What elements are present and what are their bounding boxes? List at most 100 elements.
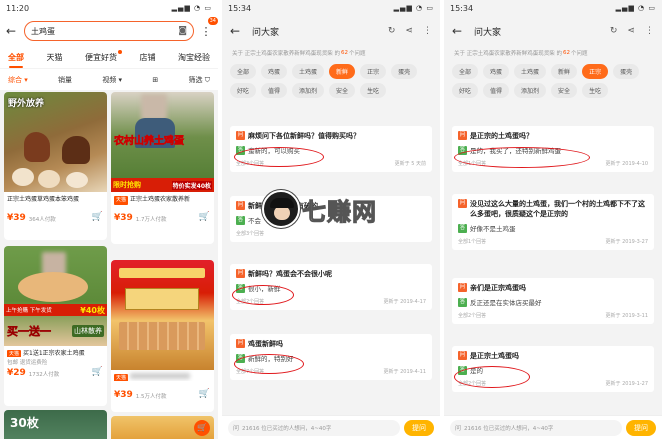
chip-additive[interactable]: 添加剂 xyxy=(514,83,547,98)
product-card[interactable]: 上午抢購 下午发货 ¥40枚 买一送一 山林散养 天猫 买1送1正宗农家土鸡蛋 包… xyxy=(4,246,107,406)
chip-worth[interactable]: 值得 xyxy=(483,83,510,98)
page-title: 问大家 xyxy=(252,27,280,38)
ask-input[interactable]: 问 21616 位已买过的人想问，4~40字 xyxy=(450,419,622,436)
question-text: 是正宗的土鸡蛋吗？ xyxy=(470,132,533,140)
ask-button[interactable]: 提问 xyxy=(404,419,434,436)
product-grid: 野外放养 正宗土鸡蛋草鸡蛋本笨鸡蛋 ¥39 364人付款 🛒 农村山养土鸡蛋 限… xyxy=(4,92,214,439)
product-card[interactable]: 农村山养土鸡蛋 限时抢购 特价实发40枚 天猫 正宗土鸡蛋农家散养新 ¥39 1.… xyxy=(111,92,214,244)
cart-float-icon[interactable]: 🛒 xyxy=(194,420,210,436)
update-date: 更新于 2019-3-11 xyxy=(605,313,648,319)
tab-all[interactable]: 全部 xyxy=(8,52,24,68)
question-mark-icon: 问 xyxy=(233,425,240,432)
question-count: 62 xyxy=(563,50,570,56)
signal-wifi-battery-icon: ▂▄▆ ◔ ▭ xyxy=(171,4,212,12)
chip-local-egg[interactable]: 土鸡蛋 xyxy=(514,64,547,79)
video-filter[interactable]: 视频 ▾ xyxy=(102,75,122,85)
caret-down-icon: ▾ xyxy=(24,75,28,84)
question-card[interactable]: 问亲们是正宗鸡蛋吗 答反正还是在实体店买最好 全部2个回答 更新于 2019-3-… xyxy=(452,278,654,324)
blurred-banner xyxy=(119,268,205,278)
back-arrow-icon[interactable]: ← xyxy=(230,24,242,38)
chip-raw[interactable]: 生吃 xyxy=(582,83,609,98)
chip-safe[interactable]: 安全 xyxy=(329,83,356,98)
question-text: 没见过这么大量的土鸡蛋，我们一个村的土鸡都下不了这么多蛋吧，很质疑这个是正宗的 xyxy=(470,200,645,218)
more-menu-button[interactable]: ⋮ 34 xyxy=(200,16,218,38)
product-card[interactable]: 🛒 xyxy=(111,416,214,439)
tab-shops[interactable]: 店铺 xyxy=(140,52,156,63)
tab-tmall[interactable]: 天猫 xyxy=(47,52,63,63)
price-value: 39 xyxy=(120,213,133,223)
cart-icon[interactable]: 🛒 xyxy=(92,212,103,222)
chip-local-egg[interactable]: 土鸡蛋 xyxy=(292,64,325,79)
refresh-icon[interactable]: ↻ xyxy=(610,26,618,36)
product-title: 天猫 xyxy=(111,370,214,381)
camera-icon[interactable]: ◙ xyxy=(178,26,187,36)
ask-input[interactable]: 问 21616 位已买过的人想问，4~40字 xyxy=(228,419,400,436)
sort-label: 综合 xyxy=(8,75,22,84)
answer-count: 全部2个回答 xyxy=(458,313,487,319)
question-card[interactable]: 问新鲜吗？会不会有破的 答不会 全部3个回答 xyxy=(230,196,432,242)
chip-fresh[interactable]: 新鲜 xyxy=(551,64,578,79)
image-caption: 野外放养 xyxy=(8,99,45,109)
question-text: 亲们是正宗鸡蛋吗 xyxy=(470,284,526,292)
status-bar: 11:20 ▂▄▆ ◔ ▭ xyxy=(0,0,218,16)
sales-sort[interactable]: 销量 xyxy=(58,75,72,85)
subheader-suffix: 个问题 xyxy=(349,51,366,57)
chip-additive[interactable]: 添加剂 xyxy=(292,83,325,98)
question-card[interactable]: 问没见过这么大量的土鸡蛋，我们一个村的土鸡都下不了这么多蛋吧，很质疑这个是正宗的… xyxy=(452,194,654,250)
promo-text: 上午抢購 下午发货 xyxy=(6,308,52,314)
cart-icon[interactable]: 🛒 xyxy=(199,212,210,222)
chip-all[interactable]: 全部 xyxy=(452,64,479,79)
back-arrow-icon[interactable]: ← xyxy=(452,24,464,38)
sort-dropdown[interactable]: 综合 ▾ xyxy=(8,75,28,85)
product-card[interactable]: 野外放养 正宗土鸡蛋草鸡蛋本笨鸡蛋 ¥39 364人付款 🛒 xyxy=(4,92,107,240)
ask-button[interactable]: 提问 xyxy=(626,419,656,436)
chip-egg[interactable]: 鸡蛋 xyxy=(261,64,288,79)
question-count: 62 xyxy=(341,50,348,56)
filter-button[interactable]: 筛选 ⛉ xyxy=(189,75,210,85)
grid-view-icon[interactable]: ⊞ xyxy=(152,76,158,84)
share-icon[interactable]: ⋖ xyxy=(405,26,413,36)
question-meta: 全部3个回答 xyxy=(236,230,426,237)
question-icon: 问 xyxy=(458,199,467,208)
product-image: 野外放养 xyxy=(4,92,107,192)
promo-bogo: 买一送一 xyxy=(7,325,52,339)
chip-tasty[interactable]: 好吃 xyxy=(230,83,257,98)
more-dots-icon[interactable]: ⋮ xyxy=(423,26,432,36)
egg-basket xyxy=(18,272,88,302)
chip-authentic[interactable]: 正宗 xyxy=(582,64,609,79)
chip-authentic[interactable]: 正宗 xyxy=(360,64,387,79)
filter-label: 筛选 xyxy=(188,75,203,84)
chip-tasty[interactable]: 好吃 xyxy=(452,83,479,98)
search-input[interactable]: 土鸡蛋 ◙ xyxy=(24,21,194,41)
highlight-oval xyxy=(454,366,530,388)
back-arrow-icon[interactable]: ← xyxy=(6,24,18,38)
tab-cheap-goods-label: 便宜好货 xyxy=(85,52,117,62)
chip-fresh[interactable]: 新鲜 xyxy=(329,64,356,79)
qa-header: ← 问大家 ↻ ⋖ ⋮ xyxy=(222,16,440,46)
chip-worth[interactable]: 值得 xyxy=(261,83,288,98)
question-line: 问鸡蛋新鲜吗 xyxy=(236,339,426,349)
product-card[interactable]: 天猫 ¥39 1.5万人付款 🛒 xyxy=(111,260,214,412)
chip-egg[interactable]: 鸡蛋 xyxy=(483,64,510,79)
chip-shell[interactable]: 蛋壳 xyxy=(391,64,418,79)
question-icon: 问 xyxy=(236,269,245,278)
category-tabs: 全部 天猫 便宜好货 店铺 淘宝经验 xyxy=(0,46,218,68)
chip-safe[interactable]: 安全 xyxy=(551,83,578,98)
chip-shell[interactable]: 蛋壳 xyxy=(613,64,640,79)
screenshot-canvas: 11:20 ▂▄▆ ◔ ▭ ← 土鸡蛋 ◙ ⋮ 34 全部 天猫 便宜好货 店铺… xyxy=(0,0,662,439)
chip-raw[interactable]: 生吃 xyxy=(360,83,387,98)
cart-icon[interactable]: 🛒 xyxy=(199,389,210,399)
share-icon[interactable]: ⋖ xyxy=(627,26,635,36)
product-card[interactable]: 30枚 xyxy=(4,410,107,439)
tab-experience[interactable]: 淘宝经验 xyxy=(178,52,210,63)
egg-tray xyxy=(119,322,205,350)
cart-icon[interactable]: 🛒 xyxy=(92,367,103,377)
promo-count: ¥40枚 xyxy=(80,305,105,315)
chip-all[interactable]: 全部 xyxy=(230,64,257,79)
status-bar: 15:34 ▂▄▆ ◔ ▭ xyxy=(444,0,662,16)
promo-strip: 上午抢購 下午发货 ¥40枚 xyxy=(4,304,107,316)
tab-cheap-goods[interactable]: 便宜好货 xyxy=(85,49,122,63)
more-dots-icon[interactable]: ⋮ xyxy=(645,26,654,36)
refresh-icon[interactable]: ↻ xyxy=(388,26,396,36)
product-title: 天猫 买1送1正宗农家土鸡蛋 xyxy=(4,346,107,357)
